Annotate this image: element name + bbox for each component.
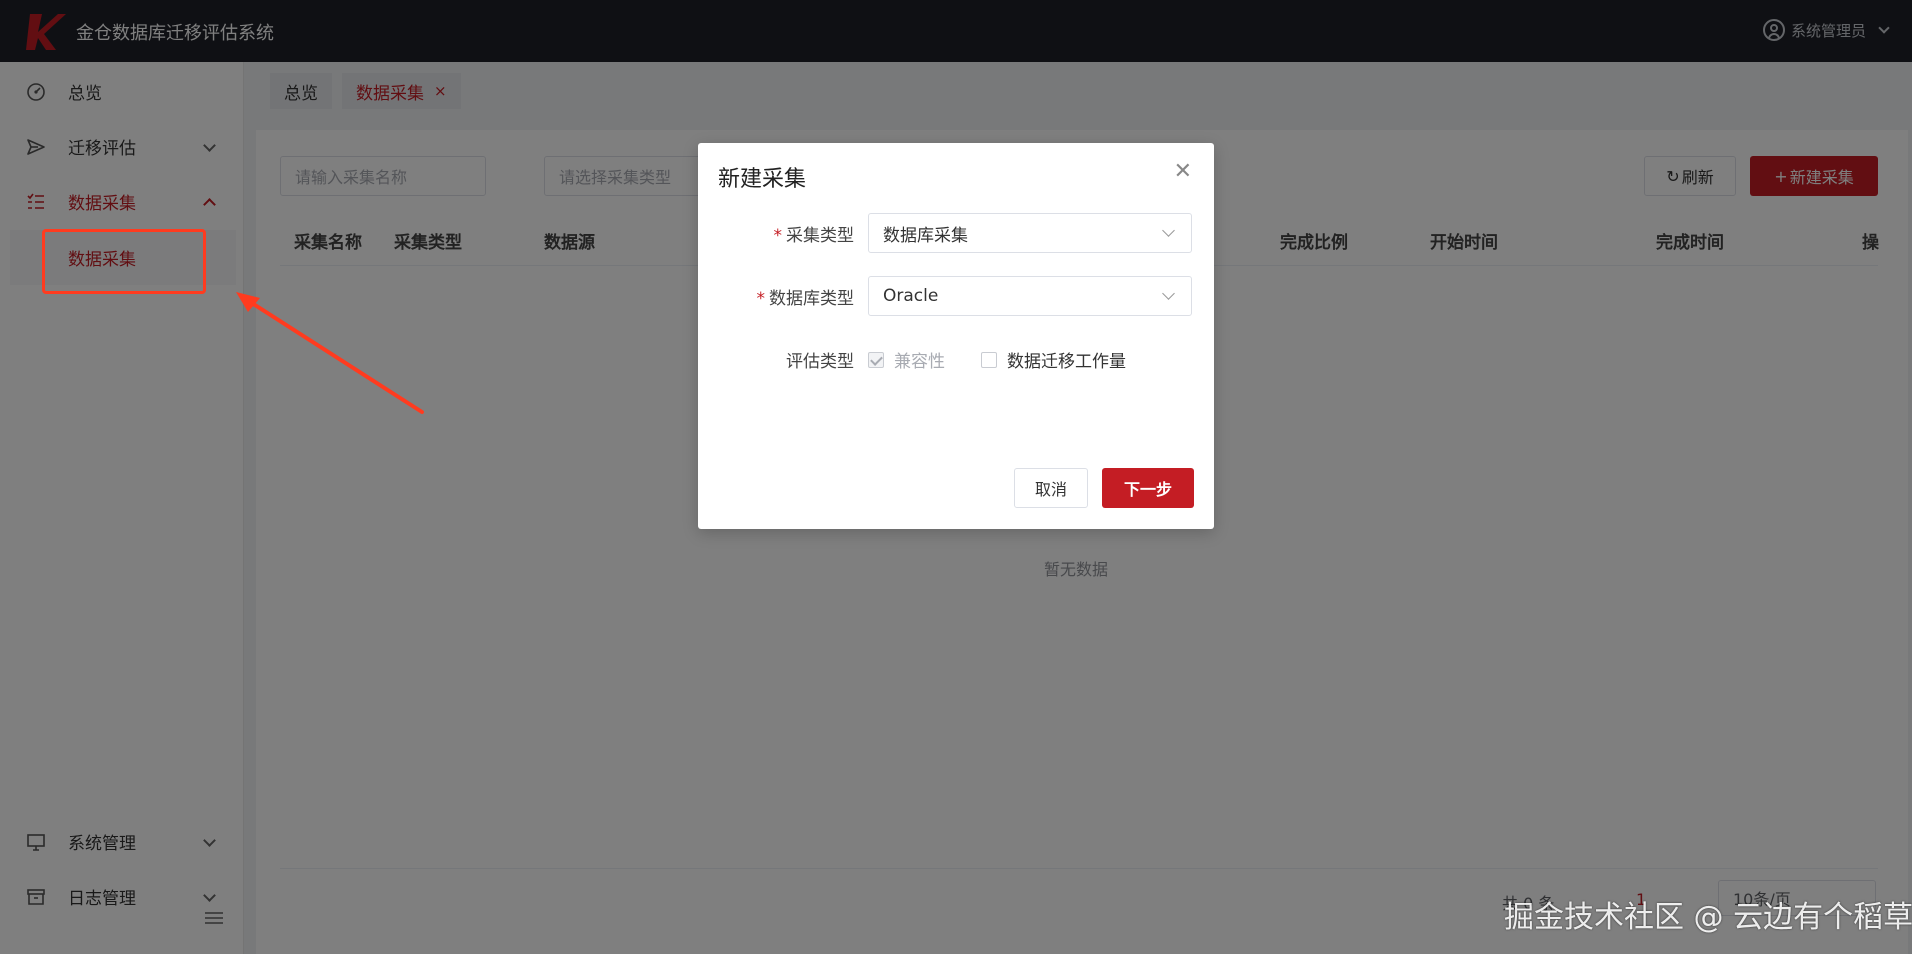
new-collect-dialog: 新建采集 ✕ * 采集类型 数据库采集 * 数据库类型 Oracle 评估类型 兼容… [698,143,1214,529]
annotation-arrow-icon [236,292,424,414]
eval-type-label: 评估类型 [786,352,854,372]
db-type-label: * 数据库类型 [756,289,855,309]
select-value: 数据库采集 [883,225,968,246]
checkbox-icon [981,351,997,368]
chevron-down-icon [1162,224,1175,237]
checkbox-label: 兼容性 [894,352,945,372]
checkbox-checked-icon [868,351,884,368]
annotation-highlight-box [42,229,206,294]
dialog-title: 新建采集 [718,167,807,192]
collect-type-select[interactable]: 数据库采集 [868,213,1192,253]
cancel-button[interactable]: 取消 [1014,468,1088,508]
compatibility-checkbox[interactable]: 兼容性 [868,347,945,372]
checkbox-label: 数据迁移工作量 [1007,352,1126,372]
collect-type-label: * 采集类型 [773,226,855,246]
chevron-down-icon [1162,287,1175,300]
close-icon[interactable]: ✕ [1174,159,1192,184]
db-type-select[interactable]: Oracle [868,276,1192,316]
select-value: Oracle [883,286,939,306]
watermark: 掘金技术社区 @ 云边有个稻草人 [1504,900,1912,935]
eval-type-checkboxes: 兼容性 数据迁移工作量 [868,347,1162,372]
next-step-button[interactable]: 下一步 [1102,468,1194,508]
migration-workload-checkbox[interactable]: 数据迁移工作量 [981,347,1126,372]
